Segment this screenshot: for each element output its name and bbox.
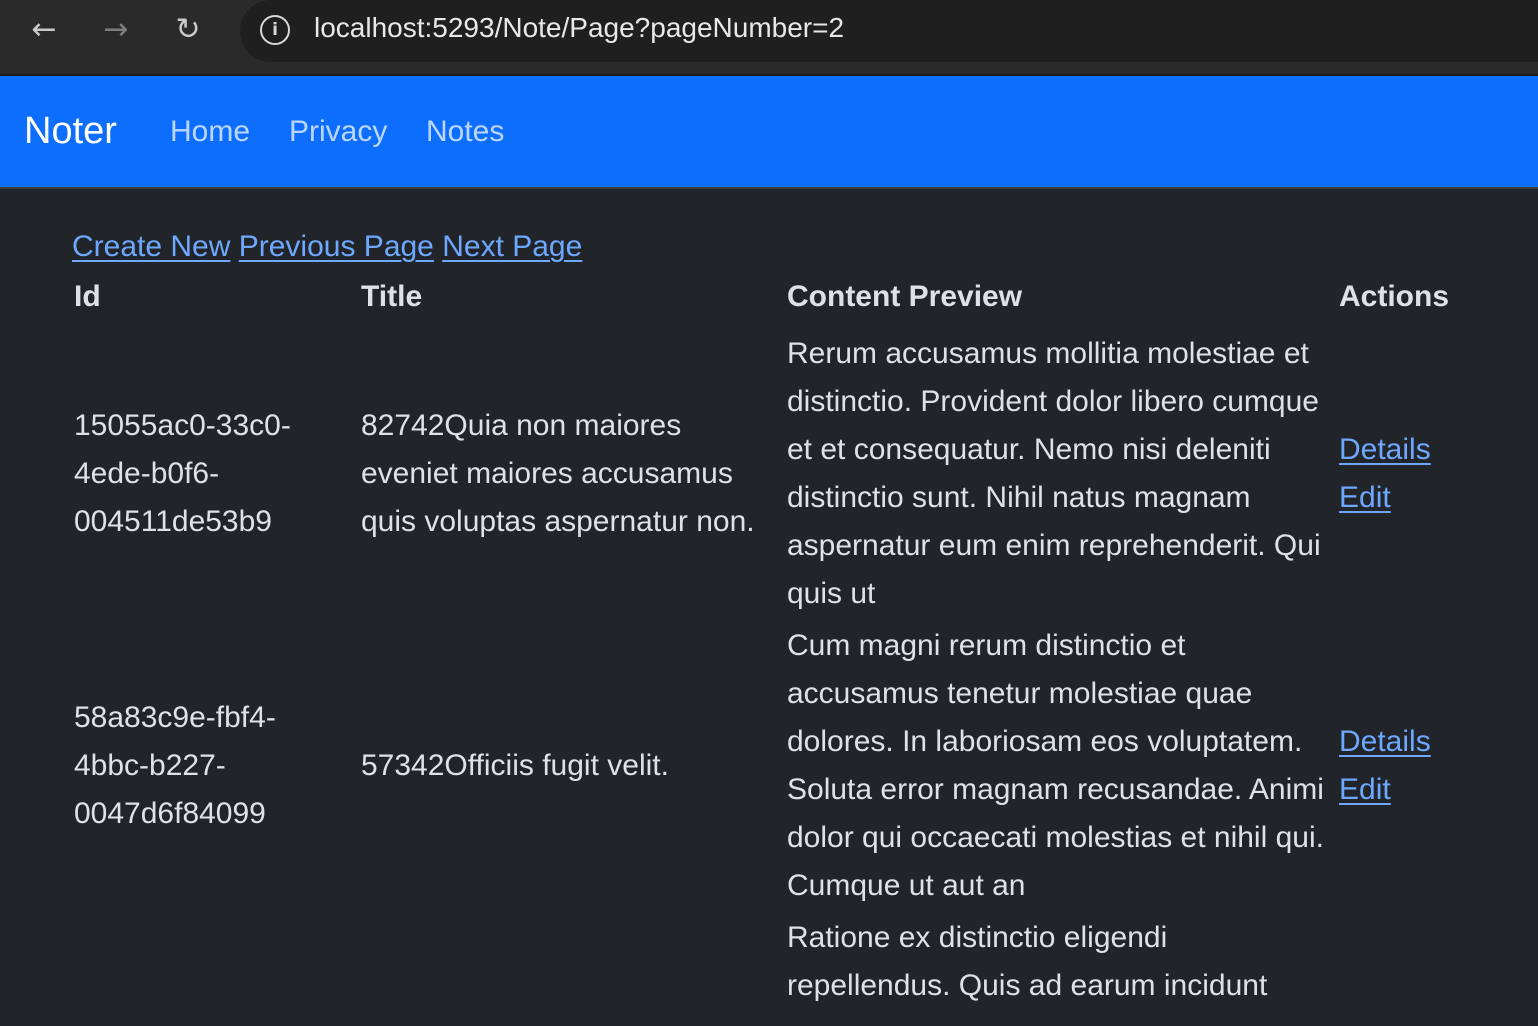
header-title: Title <box>361 280 423 313</box>
cell-id: 15055ac0-33c0-4ede-b0f6-004511de53b9 <box>74 409 291 538</box>
header-actions: Actions <box>1339 280 1450 313</box>
header-content-preview: Content Preview <box>787 280 1023 313</box>
previous-page-link[interactable]: Previous Page <box>239 230 434 263</box>
cell-actions: Details Edit <box>1339 330 1509 622</box>
cell-content-preview: Ratione ex distinctio eligendi repellend… <box>787 921 1268 1002</box>
details-link[interactable]: Details <box>1339 426 1509 474</box>
cell-title: 82742Quia non maiores eveniet maiores ac… <box>361 409 755 538</box>
edit-link[interactable]: Edit <box>1339 766 1509 814</box>
details-link[interactable]: Details <box>1339 718 1509 766</box>
cell-title: 57342Officiis fugit velit. <box>361 749 669 782</box>
reload-icon[interactable]: ↻ <box>168 10 208 50</box>
next-page-link[interactable]: Next Page <box>442 230 582 263</box>
page-actions: Create New Previous Page Next Page <box>72 226 1512 268</box>
cell-id <box>74 914 361 1014</box>
table-header-row: Id Title Content Preview Actions <box>74 274 1509 330</box>
url-text[interactable]: localhost:5293/Note/Page?pageNumber=2 <box>314 12 844 44</box>
info-icon[interactable]: i <box>260 15 290 45</box>
cell-content-preview: Rerum accusamus mollitia molestiae et di… <box>787 337 1321 610</box>
brand-link[interactable]: Noter <box>24 110 117 153</box>
table-row: 58a83c9e-fbf4-4bbc-b227-0047d6f84099 573… <box>74 622 1509 914</box>
create-new-link[interactable]: Create New <box>72 230 230 263</box>
browser-toolbar: ← → ↻ i localhost:5293/Note/Page?pageNum… <box>0 0 1538 76</box>
address-bar[interactable]: i localhost:5293/Note/Page?pageNumber=2 <box>240 0 1538 62</box>
cell-actions <box>1339 914 1509 1014</box>
edit-link[interactable]: Edit <box>1339 474 1509 522</box>
forward-arrow-icon[interactable]: → <box>96 10 136 50</box>
back-arrow-icon[interactable]: ← <box>24 10 64 50</box>
nav-link-privacy[interactable]: Privacy <box>289 115 387 149</box>
table-row: 15055ac0-33c0-4ede-b0f6-004511de53b9 827… <box>74 330 1509 622</box>
nav-link-home[interactable]: Home <box>170 115 250 149</box>
nav-link-notes[interactable]: Notes <box>426 115 504 149</box>
notes-table: Id Title Content Preview Actions 15055ac… <box>74 274 1509 1014</box>
table-row: Ratione ex distinctio eligendi repellend… <box>74 914 1509 1014</box>
cell-id: 58a83c9e-fbf4-4bbc-b227-0047d6f84099 <box>74 701 276 830</box>
cell-title <box>361 914 787 1014</box>
cell-content-preview: Cum magni rerum distinctio et accusamus … <box>787 629 1324 902</box>
header-id: Id <box>74 280 101 313</box>
site-navbar: Noter Home Privacy Notes <box>0 76 1538 189</box>
cell-actions: Details Edit <box>1339 622 1509 914</box>
main-content: Create New Previous Page Next Page Id Ti… <box>72 226 1512 1002</box>
